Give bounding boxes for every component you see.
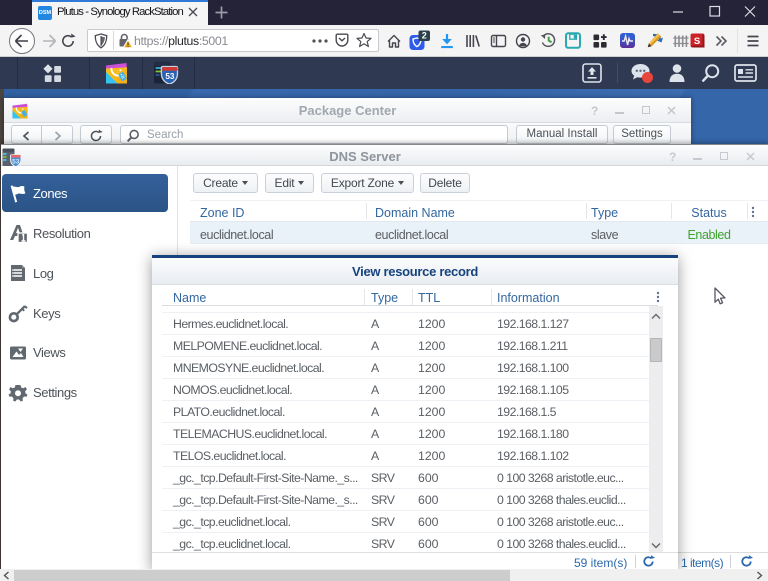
svg-text:2: 2	[422, 31, 427, 41]
svg-text:53: 53	[12, 159, 20, 166]
svg-text:53: 53	[165, 72, 175, 81]
svg-text:S: S	[694, 36, 700, 47]
